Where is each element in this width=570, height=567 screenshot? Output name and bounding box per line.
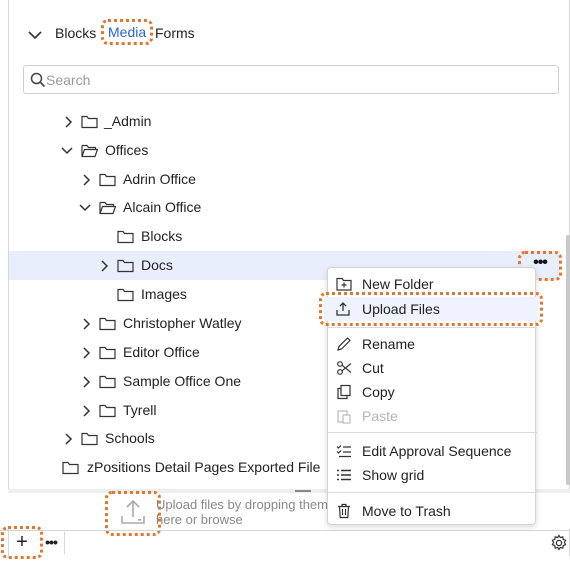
folder-icon [99,317,116,331]
tree-item-label: Images [141,286,187,302]
chevron-right-icon[interactable] [80,173,94,187]
menu-item-label: Move to Trash [362,503,451,519]
menu-item-label: Cut [362,360,384,376]
chevron-down-icon[interactable] [60,144,74,158]
menu-item-label: New Folder [362,276,434,292]
search-box [23,65,559,94]
search-icon [30,72,46,88]
folder-icon [117,230,134,244]
tab-blocks[interactable]: Blocks [55,25,96,41]
menu-item-paste[interactable]: Paste [328,404,537,428]
copy-icon [337,384,351,400]
menu-item-rename[interactable]: Rename [328,332,537,356]
tree-item-label: Christopher Watley [123,315,242,331]
approval-list-icon [336,445,351,458]
folder-icon [62,461,79,475]
tree-item-label: Offices [105,142,149,158]
folder-icon [99,346,116,360]
folder-icon [81,432,98,446]
bottom-toolbar [0,530,570,556]
scissors-icon [337,361,352,375]
paste-icon [337,410,351,424]
context-menu: New Folder Upload Files Rename Cut Copy … [319,267,543,525]
tree-item-label: Adrin Office [123,171,196,187]
tab-media[interactable]: Media [100,19,154,45]
menu-item-label: Edit Approval Sequence [362,443,512,459]
dropzone-text: Upload files by dropping them here or br… [156,497,328,527]
folder-icon [99,375,116,389]
gear-icon[interactable] [550,534,568,552]
menu-item-upload-files[interactable]: Upload Files [319,292,543,326]
menu-item-move-to-trash[interactable]: Move to Trash [328,499,537,523]
chevron-right-icon[interactable] [80,375,94,389]
chevron-down-icon[interactable] [78,201,92,215]
chevron-right-icon[interactable] [62,115,76,129]
menu-item-label: Paste [362,408,398,424]
tree-item-alcain-office[interactable]: Alcain Office [9,193,560,222]
tab-forms[interactable]: Forms [155,25,195,41]
chevron-right-icon[interactable] [80,404,94,418]
tree-item-label: Alcain Office [123,199,202,215]
tree-item-label: Tyrell [123,402,157,418]
menu-divider [328,432,537,433]
menu-item-label: Upload Files [362,301,440,317]
menu-item-edit-approval-sequence[interactable]: Edit Approval Sequence [328,439,537,463]
folder-open-icon [81,144,98,158]
tree-item-adrin-office[interactable]: Adrin Office [9,165,560,194]
chevron-right-icon[interactable] [80,317,94,331]
menu-item-show-grid[interactable]: Show grid [328,463,537,487]
tree-item-admin[interactable]: _Admin [9,107,560,136]
divider [64,532,65,554]
scrollbar[interactable] [566,235,570,485]
tree-item-label: Editor Office [123,344,200,360]
folder-open-icon [99,201,116,215]
tree-item-blocks[interactable]: Blocks [9,222,560,251]
chevron-right-icon[interactable] [62,432,76,446]
folder-icon [117,288,134,302]
tree-item-label: Sample Office One [123,373,242,389]
upload-icon [336,302,350,316]
upload-icon[interactable] [105,491,161,536]
menu-divider [328,492,537,493]
folder-icon [81,115,98,129]
resize-handle[interactable] [295,490,311,492]
chevron-right-icon[interactable] [80,346,94,360]
tree-item-label: _Admin [104,113,152,129]
trash-icon [338,503,350,519]
search-input[interactable] [46,68,546,91]
menu-item-copy[interactable]: Copy [328,380,537,404]
folder-icon [99,173,116,187]
chevron-down-icon[interactable] [26,26,44,44]
menu-item-label: Show grid [362,467,425,483]
menu-divider [328,327,537,328]
menu-item-label: Copy [362,384,395,400]
menu-item-cut[interactable]: Cut [328,356,537,380]
tree-item-offices[interactable]: Offices [9,136,560,165]
menu-item-new-folder[interactable]: New Folder [328,272,537,296]
list-icon [337,469,351,481]
folder-icon [99,404,116,418]
add-button[interactable]: + [1,526,43,559]
tree-item-label: zPositions Detail Pages Exported File [87,459,321,475]
new-folder-icon [336,277,352,291]
more-button[interactable]: ••• [41,532,61,552]
pencil-icon [337,337,351,351]
tree-item-label: Docs [141,257,173,273]
menu-item-label: Rename [362,336,415,352]
chevron-right-icon[interactable] [98,259,112,273]
tree-item-label: Schools [105,430,155,446]
folder-icon [117,259,134,273]
tree-item-label: Blocks [141,228,183,244]
